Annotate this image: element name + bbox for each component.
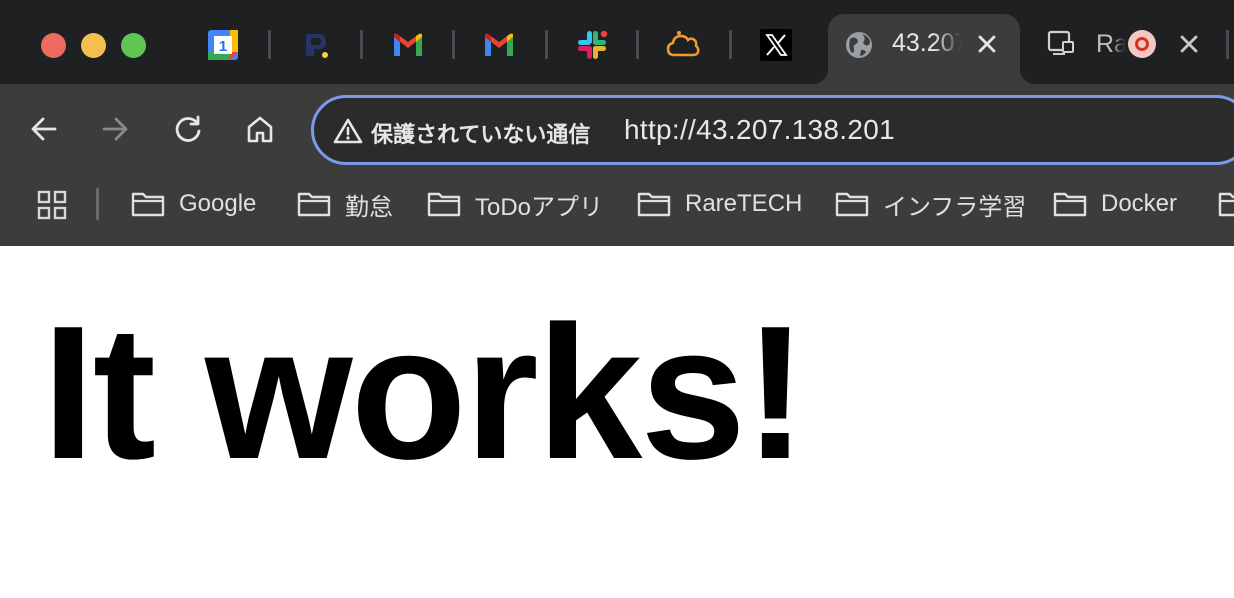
apps-grid-icon[interactable] [36,189,68,221]
forward-button[interactable] [98,112,132,146]
window-close-button[interactable] [41,33,66,58]
toolbar: 保護されていない通信 http://43.207.138.201 [0,84,1234,176]
folder-icon [1053,192,1087,217]
x-icon [760,29,792,61]
folder-icon [131,192,165,217]
bookmark-folder-raretech[interactable]: RareTECH [637,186,802,222]
tab-separator [636,30,639,59]
folder-icon [427,192,461,217]
page-heading: It works! [42,287,807,499]
bookmark-folder-google[interactable]: Google [131,186,256,222]
bookmarks-bar: Google 勤怠 ToDoアプリ RareTECH インフラ学習 Docker [0,176,1234,246]
reload-button[interactable] [171,112,205,146]
tab-active[interactable]: 43.207.138.201 [812,14,1036,84]
folder-icon [1218,192,1234,217]
window-zoom-button[interactable] [121,33,146,58]
home-button[interactable] [243,112,277,146]
bookmark-folder-overflow[interactable] [1218,186,1234,222]
reload-icon [175,115,201,142]
tab-raretech[interactable]: RareTECH [1036,24,1226,64]
tab-separator [545,30,548,59]
back-button[interactable] [27,112,61,146]
tab-separator [360,30,363,59]
address-bar[interactable]: 保護されていない通信 http://43.207.138.201 [311,95,1234,165]
slack-icon [578,29,609,59]
gmail-icon [394,33,422,56]
home-icon [247,116,273,143]
cloud-icon [666,31,700,57]
security-status-label[interactable]: 保護されていない通信 [371,117,590,149]
window-minimize-button[interactable] [81,33,106,58]
pinned-tab-app[interactable] [300,28,334,62]
bookmark-label: RareTECH [685,190,803,217]
bookmark-label: 勤怠 [345,193,393,221]
bookmarks-separator [96,188,99,220]
folder-icon [297,192,331,217]
bookmark-folder-docker[interactable]: Docker [1053,186,1177,222]
tab-strip: 1 43.207 Ra [0,0,1234,84]
arrow-right-icon [102,117,128,141]
pinned-tab-slack[interactable] [575,28,609,62]
network-icon [1047,30,1074,55]
tab-active-title: 43.207.138.201 [892,29,962,57]
folder-icon [835,192,869,217]
tab-separator [452,30,455,59]
warning-icon[interactable] [333,117,363,145]
pinned-tab-x[interactable] [759,28,793,62]
bookmark-label: インフラ学習 [883,193,1027,221]
tab-raretech-title: RareTECH [1096,30,1126,58]
recording-icon [1128,30,1156,58]
url-text[interactable]: http://43.207.138.201 [624,114,895,146]
globe-icon [846,32,872,58]
google-calendar-icon: 1 [208,30,238,60]
pinned-tab-calendar[interactable]: 1 [206,28,240,62]
arrow-left-icon [31,117,57,141]
tab-separator [1226,30,1229,59]
gmail-icon [485,33,513,56]
close-tab-icon[interactable] [974,31,1000,57]
calendar-badge: 1 [219,38,227,55]
close-tab-icon[interactable] [1176,31,1202,57]
pinned-tab-cloud[interactable] [666,28,700,62]
bookmark-label: ToDoアプリ [475,193,604,221]
pinned-tab-gmail[interactable] [391,28,425,62]
bookmark-folder-infra[interactable]: インフラ学習 [835,186,1026,222]
pinned-tab-gmail-2[interactable] [482,28,516,62]
bookmark-folder-todo[interactable]: ToDoアプリ [427,186,603,222]
tab-separator [729,30,732,59]
bookmark-label: Google [179,190,257,217]
bookmark-label: Docker [1101,190,1178,217]
app-dark-icon [306,34,328,58]
page-content: It works! [0,246,1234,598]
bookmark-folder-kintai[interactable]: 勤怠 [297,186,393,222]
tab-separator [268,30,271,59]
folder-icon [637,192,671,217]
